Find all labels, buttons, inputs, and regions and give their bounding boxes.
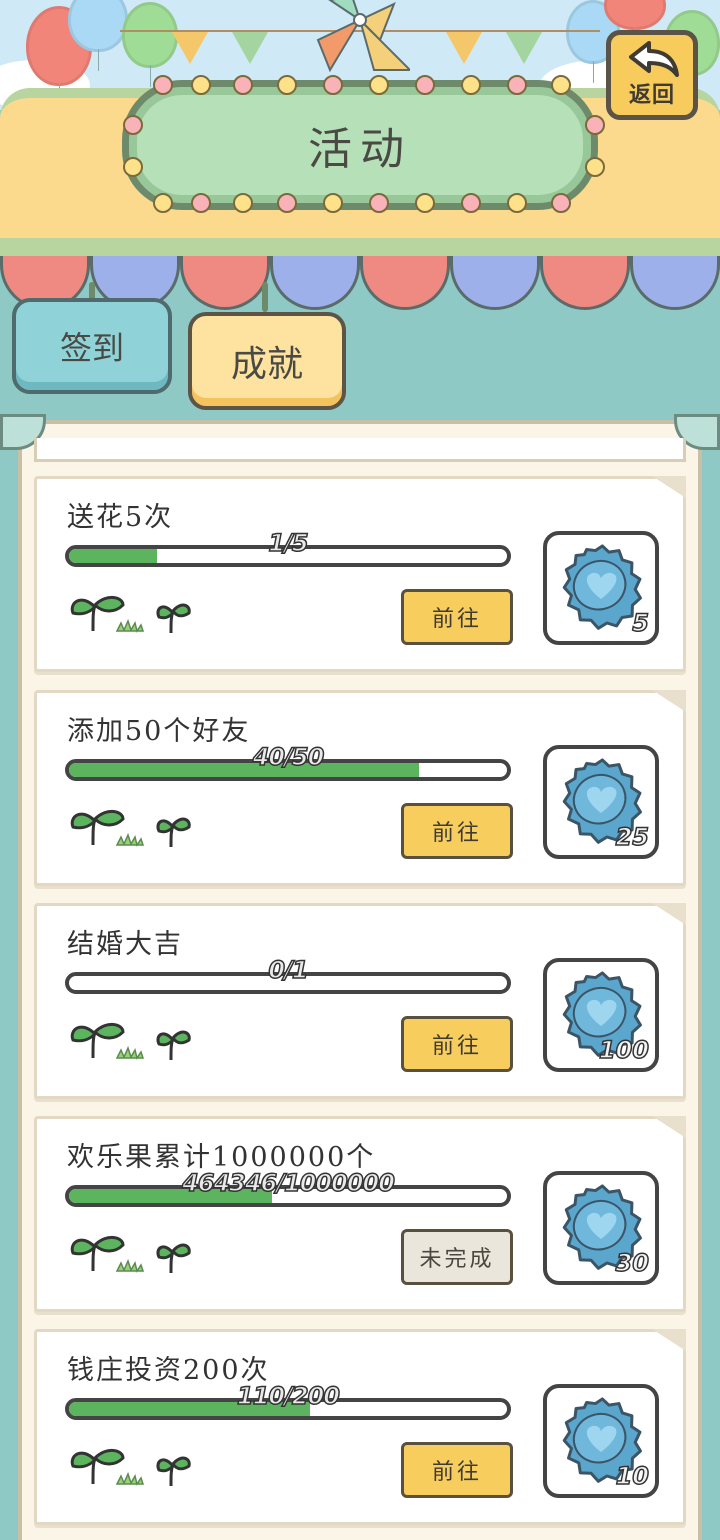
marquee-bulb bbox=[277, 75, 297, 95]
reward-box: 5 bbox=[543, 531, 659, 645]
go-button[interactable]: 前往 bbox=[401, 803, 513, 859]
marquee-bulb bbox=[369, 193, 389, 213]
pennant-decoration bbox=[446, 32, 482, 64]
sprout-grass-icon bbox=[70, 1449, 191, 1487]
marquee-bulb bbox=[123, 157, 143, 177]
progress-text: 0/1 bbox=[268, 955, 310, 985]
pennant-decoration bbox=[232, 32, 268, 64]
balloon-decoration bbox=[122, 2, 178, 87]
marquee-bulb bbox=[507, 75, 527, 95]
marquee-bulb bbox=[461, 75, 481, 95]
achievement-card: 添加50个好友 40/50 前往 25 bbox=[34, 690, 686, 886]
marquee-bulb bbox=[585, 115, 605, 135]
achievement-card: 欢乐果累计1000000个 464346/1000000 未完成 30 bbox=[34, 1116, 686, 1312]
marquee-bulb bbox=[123, 115, 143, 135]
go-button[interactable]: 前往 bbox=[401, 589, 513, 645]
pennant-decoration bbox=[506, 32, 542, 64]
tab-achievements[interactable]: 成就 bbox=[188, 312, 346, 410]
reward-count: 5 bbox=[632, 608, 650, 638]
marquee-bulb bbox=[191, 193, 211, 213]
sprout-grass-icon bbox=[70, 596, 191, 634]
marquee-bulb bbox=[323, 193, 343, 213]
marquee-bulb bbox=[415, 193, 435, 213]
card-fold-corner bbox=[652, 690, 686, 712]
page-title: 活动 bbox=[308, 124, 412, 175]
list-item-partial bbox=[34, 438, 686, 462]
marquee-bulb bbox=[369, 75, 389, 95]
card-fold-corner bbox=[652, 1116, 686, 1138]
pennant-decoration bbox=[172, 32, 208, 64]
marquee-bulb bbox=[153, 75, 173, 95]
back-button-label: 返回 bbox=[628, 83, 675, 108]
marquee-bulb bbox=[233, 75, 253, 95]
progress-text: 464346/1000000 bbox=[181, 1168, 395, 1198]
go-button[interactable]: 前往 bbox=[401, 1016, 513, 1072]
card-fold-corner bbox=[652, 903, 686, 925]
achievement-card: 钱庄投资200次 110/200 前往 10 bbox=[34, 1329, 686, 1525]
reward-count: 10 bbox=[615, 1461, 650, 1491]
marquee-bulb bbox=[585, 157, 605, 177]
reward-count: 30 bbox=[615, 1248, 650, 1278]
title-board: 活动 bbox=[122, 75, 605, 213]
reward-box: 25 bbox=[543, 745, 659, 859]
reward-box: 30 bbox=[543, 1171, 659, 1285]
back-button[interactable]: 返回 bbox=[606, 30, 698, 120]
tab-rope bbox=[262, 282, 268, 312]
sprout-grass-icon bbox=[70, 1023, 191, 1061]
tab-sign-in[interactable]: 签到 bbox=[12, 298, 172, 394]
marquee-bulb bbox=[551, 193, 571, 213]
achievement-card: 送花5次 1/5 前往 5 bbox=[34, 476, 686, 672]
marquee-bulb bbox=[153, 193, 173, 213]
marquee-bulb bbox=[277, 193, 297, 213]
back-arrow-icon bbox=[629, 41, 679, 77]
card-fold-corner bbox=[652, 476, 686, 498]
go-button[interactable]: 前往 bbox=[401, 1442, 513, 1498]
progress-text: 40/50 bbox=[252, 742, 325, 772]
reward-count: 100 bbox=[598, 1035, 650, 1065]
sprout-grass-icon bbox=[70, 810, 191, 848]
sprout-grass-icon bbox=[70, 1236, 191, 1274]
marquee-bulb bbox=[507, 193, 527, 213]
progress-text: 1/5 bbox=[268, 528, 310, 558]
reward-box: 100 bbox=[543, 958, 659, 1072]
marquee-bulb bbox=[233, 193, 253, 213]
reward-box: 10 bbox=[543, 1384, 659, 1498]
reward-count: 25 bbox=[615, 822, 650, 852]
card-fold-corner bbox=[652, 1329, 686, 1351]
achievement-card: 结婚大吉 0/1 前往 100 bbox=[34, 903, 686, 1099]
pinwheel-icon bbox=[316, 0, 410, 72]
marquee-bulb bbox=[415, 75, 435, 95]
marquee-bulb bbox=[191, 75, 211, 95]
incomplete-button[interactable]: 未完成 bbox=[401, 1229, 513, 1285]
marquee-bulb bbox=[461, 193, 481, 213]
marquee-bulb bbox=[323, 75, 343, 95]
progress-text: 110/200 bbox=[236, 1381, 340, 1411]
marquee-bulb bbox=[551, 75, 571, 95]
